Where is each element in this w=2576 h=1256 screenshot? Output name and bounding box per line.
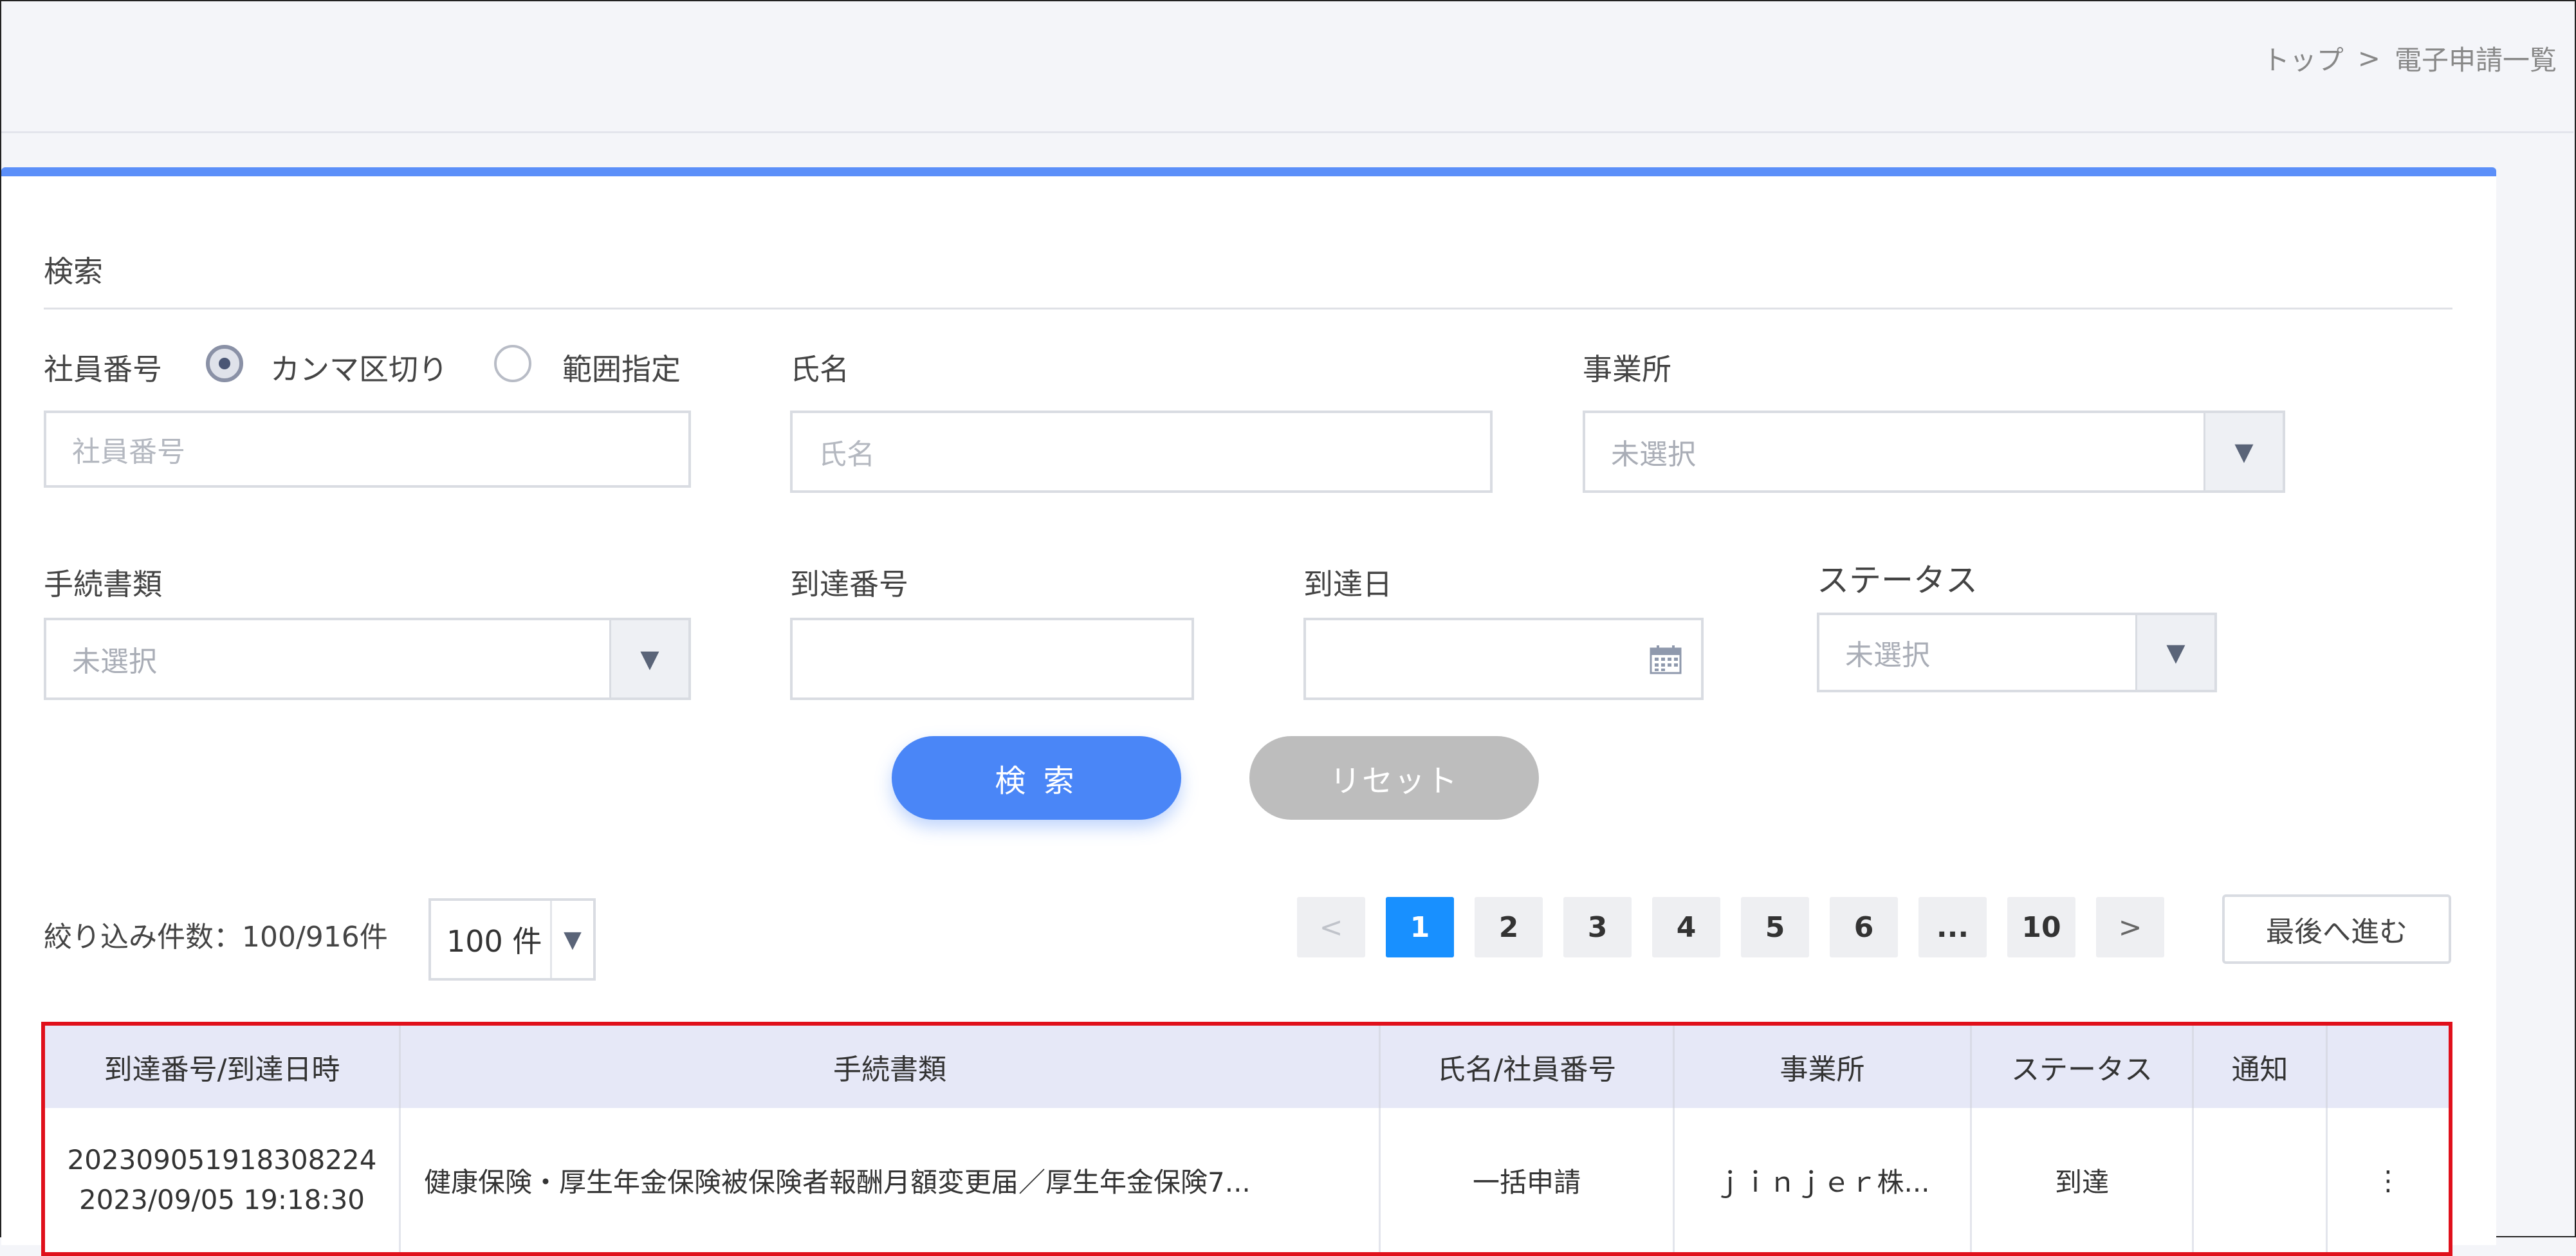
pagination-ellipsis[interactable]: ... — [1918, 897, 1987, 957]
notice-cell — [2194, 1108, 2328, 1252]
pagination-page-1[interactable]: 1 — [1386, 897, 1454, 957]
arrival-cell: 20230905191830822​4 2023/09/05 19:18:30 — [45, 1108, 401, 1252]
office-label: 事業所 — [1583, 352, 1671, 387]
column-header-actions — [2328, 1026, 2449, 1108]
column-header-procedure[interactable]: 手続書類 — [401, 1026, 1381, 1108]
status-select[interactable]: 未選択 ▼ — [1817, 613, 2217, 692]
column-header-status[interactable]: ステータス — [1972, 1026, 2194, 1108]
procedure-label: 手続書類 — [44, 567, 162, 602]
office-cell: ｊｉｎｊｅｒ株... — [1675, 1108, 1972, 1252]
section-divider — [44, 308, 2452, 309]
radio-range-label[interactable]: 範囲指定 — [562, 346, 681, 389]
status-cell: 到達 — [1972, 1108, 2194, 1252]
pagination-page-4[interactable]: 4 — [1652, 897, 1720, 957]
reset-button[interactable]: リセット — [1249, 736, 1539, 820]
chevron-down-icon: ▼ — [2203, 413, 2283, 490]
breadcrumb: トップ > 電子申請一覧 — [2263, 39, 2557, 78]
status-label: ステータス — [1817, 562, 1978, 599]
office-select[interactable]: 未選択 ▼ — [1583, 411, 2285, 493]
table-header: 到達番号/到達日時 手続書類 氏名/社員番号 事業所 ステータス 通知 — [45, 1026, 2449, 1108]
row-menu-icon[interactable]: ⋮ — [2328, 1108, 2449, 1252]
go-to-last-button[interactable]: 最後へ進む — [2222, 894, 2451, 964]
chevron-down-icon: ▼ — [2135, 615, 2214, 690]
pagination-page-5[interactable]: 5 — [1741, 897, 1809, 957]
column-header-name[interactable]: 氏名/社員番号 — [1381, 1026, 1675, 1108]
arrival-number: 20230905191830822​4 — [67, 1144, 377, 1176]
arrival-date-label: 到達日 — [1303, 567, 1392, 602]
results-table: 到達番号/到達日時 手続書類 氏名/社員番号 事業所 ステータス 通知 2023… — [41, 1022, 2452, 1256]
pagination-page-10[interactable]: 10 — [2007, 897, 2075, 957]
procedure-select[interactable]: 未選択 ▼ — [44, 618, 691, 700]
breadcrumb-home[interactable]: トップ — [2263, 39, 2344, 78]
column-header-office[interactable]: 事業所 — [1675, 1026, 1972, 1108]
pagination-page-3[interactable]: 3 — [1563, 897, 1632, 957]
page-header: トップ > 電子申請一覧 — [1, 1, 2573, 133]
arrival-number-label: 到達番号 — [790, 567, 908, 602]
search-section-title: 検索 — [44, 254, 103, 289]
breadcrumb-current: 電子申請一覧 — [2394, 44, 2557, 76]
column-header-arrival[interactable]: 到達番号/到達日時 — [45, 1026, 401, 1108]
column-header-notice[interactable]: 通知 — [2194, 1026, 2328, 1108]
pagination-page-6[interactable]: 6 — [1830, 897, 1898, 957]
search-card: 検索 社員番号 カンマ区切り 範囲指定 社員番号 氏名 氏名 事業所 未選択 ▼… — [1, 167, 2496, 1256]
status-select-value: 未選択 — [1845, 639, 1930, 672]
calendar-icon[interactable] — [1650, 645, 1682, 674]
chevron-down-icon: ▼ — [609, 620, 688, 697]
breadcrumb-separator: > — [2357, 42, 2380, 74]
result-count: 絞り込み件数：100/916件 — [44, 921, 388, 954]
procedure-cell: 健康保険・厚生年金保険被保険者報酬月額変更届／厚生年金保険7... — [401, 1108, 1381, 1252]
pagination-prev[interactable]: < — [1297, 897, 1365, 957]
name-label: 氏名 — [790, 352, 849, 387]
chevron-down-icon: ▼ — [550, 901, 593, 978]
name-cell: 一括申請 — [1381, 1108, 1675, 1252]
pagination-page-2[interactable]: 2 — [1475, 897, 1543, 957]
radio-range[interactable] — [494, 345, 531, 382]
name-input[interactable]: 氏名 — [790, 411, 1493, 493]
table-row[interactable]: 20230905191830822​4 2023/09/05 19:18:30 … — [45, 1108, 2449, 1252]
radio-comma-separated[interactable] — [206, 345, 243, 382]
per-page-select[interactable]: 100 件 ▼ — [428, 898, 596, 981]
search-button[interactable]: 検 索 — [892, 736, 1181, 820]
arrival-number-input[interactable] — [790, 618, 1194, 700]
employee-number-label: 社員番号 — [44, 352, 162, 387]
pagination-next[interactable]: > — [2096, 897, 2164, 957]
office-select-value: 未選択 — [1611, 438, 1696, 471]
procedure-select-value: 未選択 — [72, 645, 157, 678]
employee-number-input[interactable]: 社員番号 — [44, 411, 691, 488]
arrival-date-input[interactable] — [1303, 618, 1704, 700]
radio-comma-label[interactable]: カンマ区切り — [270, 346, 448, 389]
arrival-datetime: 2023/09/05 19:18:30 — [78, 1184, 365, 1215]
per-page-value: 100 件 — [446, 924, 542, 959]
